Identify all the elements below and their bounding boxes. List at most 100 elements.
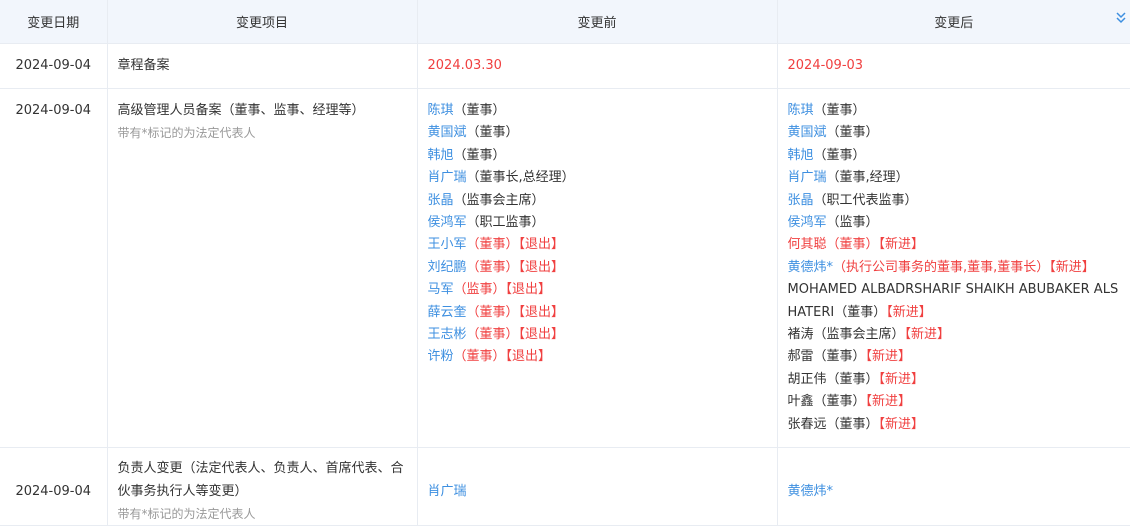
person-name-link[interactable]: 许粉	[428, 349, 454, 364]
person-entry: 韩旭（董事）	[788, 145, 1121, 167]
person-name-link[interactable]: 张春远	[788, 417, 827, 432]
person-entry: 王小军（董事）【退出】	[428, 234, 767, 256]
before-person-link[interactable]: 肖广瑞	[417, 447, 778, 526]
double-chevron-down-icon[interactable]	[1116, 12, 1126, 25]
person-name-link[interactable]: 黄德炜*	[788, 260, 834, 275]
person-name-link[interactable]: 马军	[428, 282, 454, 297]
header-after-label: 变更后	[934, 16, 974, 31]
change-item: 章程备案	[107, 43, 418, 89]
table-row: 2024-09-04 章程备案 2024.03.30 2024-09-03	[0, 43, 1130, 89]
person-name-link[interactable]: 侯鸿军	[428, 215, 467, 230]
person-entry: 侯鸿军（职工监事）	[428, 212, 767, 234]
before-value: 2024.03.30	[417, 43, 778, 89]
exit-tag: 【退出】	[518, 259, 565, 275]
person-name-link[interactable]: 肖广瑞	[428, 170, 467, 185]
new-tag: 【新进】	[904, 327, 951, 343]
header-change-date: 变更日期	[0, 0, 108, 44]
person-name-link[interactable]: 黄国斌	[788, 125, 827, 140]
person-role: （董事）	[453, 147, 506, 163]
new-tag: 【新进】	[878, 371, 925, 387]
person-role: （董事）	[813, 147, 866, 163]
person-name-link[interactable]: 韩旭	[788, 148, 814, 163]
person-entry: MOHAMED ALBADRSHARIF SHAIKH ABUBAKER ALS…	[788, 279, 1121, 324]
person-entry: 侯鸿军（监事）	[788, 212, 1121, 234]
change-item-cell: 高级管理人员备案（董事、监事、经理等） 带有*标记的为法定代表人	[107, 88, 418, 449]
person-role: （董事）	[826, 371, 879, 387]
new-tag: 【新进】	[886, 304, 932, 320]
header-after: 变更后	[777, 0, 1130, 44]
person-entry: 胡正伟（董事）【新进】	[788, 369, 1121, 391]
person-name-link[interactable]: 陈琪	[788, 103, 814, 118]
table-row: 2024-09-04 负责人变更（法定代表人、负责人、首席代表、合伙事务执行人等…	[0, 447, 1130, 526]
legal-rep-note: 带有*标记的为法定代表人	[117, 126, 256, 141]
person-entry: 薛云奎（董事）【退出】	[428, 302, 767, 324]
person-name-link[interactable]: 郝雷	[788, 349, 814, 364]
person-entry: 王志彬（董事）【退出】	[428, 324, 767, 346]
person-role: （职工代表监事）	[813, 192, 918, 208]
person-role: （董事）	[466, 304, 519, 320]
new-tag: 【新进】	[878, 416, 925, 432]
person-entry: 刘纪鹏（董事）【退出】	[428, 257, 767, 279]
change-date: 2024-09-04	[0, 43, 108, 89]
person-name-link[interactable]: 叶鑫	[788, 394, 814, 409]
header-before: 变更前	[417, 0, 778, 44]
new-tag: 【新进】	[878, 237, 925, 253]
person-name-link[interactable]: 褚涛	[788, 327, 814, 342]
change-item: 负责人变更（法定代表人、负责人、首席代表、合伙事务执行人等变更）	[117, 461, 404, 499]
person-role: （董事）	[826, 237, 879, 253]
person-role: （董事）	[466, 125, 519, 141]
person-entry: 黄国斌（董事）	[788, 122, 1121, 144]
person-entry: 韩旭（董事）	[428, 145, 767, 167]
person-role: （董事）	[834, 304, 887, 320]
exit-tag: 【退出】	[505, 349, 552, 365]
new-tag: 【新进】	[1049, 259, 1095, 275]
after-value: 2024-09-03	[777, 43, 1130, 89]
person-entry: 肖广瑞（董事,经理）	[788, 167, 1121, 189]
person-role: （董事长,总经理）	[466, 170, 575, 186]
person-name-link[interactable]: 韩旭	[428, 148, 454, 163]
person-role: （执行公司事务的董事,董事,董事长）	[833, 259, 1050, 275]
person-role: （董事）	[813, 394, 866, 410]
person-name-link[interactable]: 何其聪	[788, 237, 827, 252]
header-change-item: 变更项目	[107, 0, 418, 44]
person-name-link[interactable]: 刘纪鹏	[428, 260, 467, 275]
person-role: （董事）	[453, 103, 506, 118]
after-person-link[interactable]: 黄德炜*	[777, 447, 1130, 526]
person-entry: 叶鑫（董事）【新进】	[788, 391, 1121, 413]
after-person-list: 陈琪（董事） 黄国斌（董事） 韩旭（董事） 肖广瑞（董事,经理） 张晶（职工代表监事）侯…	[777, 88, 1130, 449]
person-entry: 许粉（董事）【退出】	[428, 346, 767, 368]
table-row: 2024-09-04 高级管理人员备案（董事、监事、经理等） 带有*标记的为法定…	[0, 88, 1130, 449]
person-role: （监事会主席）	[453, 192, 545, 208]
table-header-row: 变更日期 变更项目 变更前 变更后	[0, 0, 1130, 44]
person-entry: 张晶（职工代表监事）	[788, 190, 1121, 212]
exit-tag: 【退出】	[505, 282, 552, 298]
person-role: （董事）	[826, 125, 879, 141]
person-entry: 黄国斌（董事）	[428, 122, 767, 144]
person-name-link[interactable]: 侯鸿军	[788, 215, 827, 230]
person-name-link[interactable]: 胡正伟	[788, 372, 827, 387]
person-entry: 马军（监事）【退出】	[428, 279, 767, 301]
person-name-link[interactable]: 王小军	[428, 237, 467, 252]
before-person-list: 陈琪（董事） 黄国斌（董事） 韩旭（董事） 肖广瑞（董事长,总经理） 张晶（监事会主席）…	[417, 88, 778, 449]
person-entry: 陈琪（董事）	[788, 100, 1121, 122]
person-name-link[interactable]: 王志彬	[428, 327, 467, 342]
person-name-link[interactable]: 黄国斌	[428, 125, 467, 140]
person-role: （董事）	[813, 349, 866, 365]
change-item-cell: 负责人变更（法定代表人、负责人、首席代表、合伙事务执行人等变更） 带有*标记的为…	[107, 447, 418, 526]
person-entry: 肖广瑞（董事长,总经理）	[428, 167, 767, 189]
person-entry: 黄德炜*（执行公司事务的董事,董事,董事长）【新进】	[788, 257, 1121, 279]
person-name-link[interactable]: 陈琪	[428, 103, 454, 118]
person-entry: 郝雷（董事）【新进】	[788, 346, 1121, 368]
exit-tag: 【退出】	[518, 327, 565, 343]
person-role: （董事）	[826, 416, 879, 432]
person-role: （监事）	[826, 215, 879, 231]
legal-rep-note: 带有*标记的为法定代表人	[117, 506, 256, 521]
person-name-link[interactable]: 肖广瑞	[788, 170, 827, 185]
person-name-link[interactable]: 薛云奎	[428, 305, 467, 320]
person-role: （董事,经理）	[826, 170, 909, 186]
person-role: （董事）	[453, 349, 506, 365]
person-name-link[interactable]: 张晶	[428, 193, 454, 208]
new-tag: 【新进】	[865, 394, 912, 410]
person-name-link[interactable]: 张晶	[788, 193, 814, 208]
person-entry: 张春远（董事）【新进】	[788, 414, 1121, 436]
